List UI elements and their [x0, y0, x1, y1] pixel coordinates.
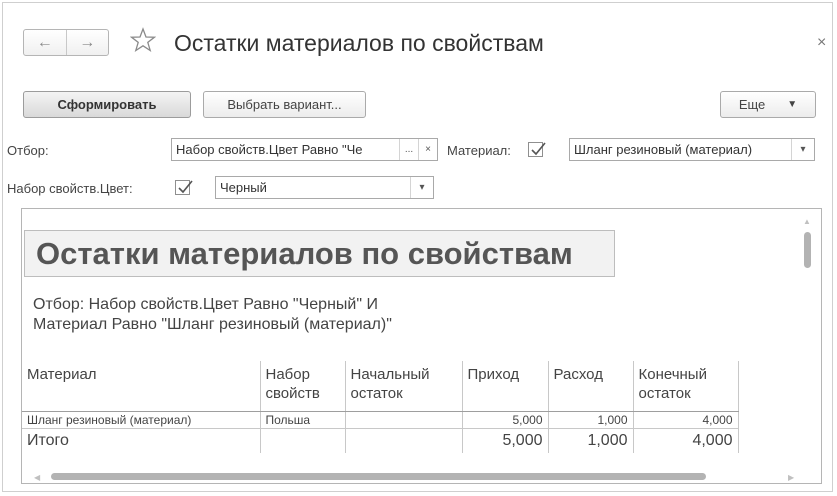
total-label: Итого: [22, 428, 261, 453]
total-start-balance: [345, 428, 463, 453]
report-table: Материал Набор свойств Начальный остаток П…: [22, 361, 739, 453]
dropdown-arrow-icon[interactable]: ▾: [410, 177, 433, 198]
total-row[interactable]: Итого 5,000 1,000 4,000: [22, 428, 739, 453]
arrow-right-icon: →: [79, 33, 96, 51]
arrow-left-icon: ←: [36, 33, 53, 51]
vertical-scrollbar-thumb[interactable]: [804, 232, 811, 268]
back-button[interactable]: ←: [24, 30, 66, 55]
choose-variant-button[interactable]: Выбрать вариант...: [203, 91, 366, 118]
close-icon[interactable]: ×: [817, 34, 826, 52]
cell-material: Шланг резиновый (материал): [22, 411, 261, 429]
report-filter-line-1: Отбор: Набор свойств.Цвет Равно "Черный"…: [33, 296, 378, 313]
column-header-start-balance: Начальный остаток: [345, 361, 463, 412]
column-header-income: Приход: [462, 361, 549, 412]
report-filter-line-2: Материал Равно "Шланг резиновый (материа…: [33, 316, 392, 333]
report-area[interactable]: Остатки материалов по свойствам Отбор: Н…: [21, 208, 822, 484]
cell-expense: 1,000: [548, 411, 634, 429]
column-header-property-set: Набор свойств: [260, 361, 346, 412]
report-title: Остатки материалов по свойствам: [24, 230, 615, 277]
color-checkbox[interactable]: [175, 180, 193, 195]
more-button[interactable]: Еще ▼: [720, 91, 816, 118]
total-expense: 1,000: [548, 428, 634, 453]
dropdown-arrow-icon[interactable]: ▾: [791, 139, 814, 160]
more-button-label: Еще: [738, 97, 766, 112]
checkmark-icon: [178, 180, 193, 194]
horizontal-scrollbar-thumb[interactable]: [51, 473, 706, 480]
ellipsis-button[interactable]: ...: [399, 139, 418, 160]
selection-value: Набор свойств.Цвет Равно "Че: [176, 142, 363, 157]
cell-end-balance: 4,000: [633, 411, 739, 429]
color-select[interactable]: Черный ▾: [215, 176, 434, 199]
color-label: Набор свойств.Цвет:: [7, 181, 133, 196]
cell-start-balance: [345, 411, 463, 429]
navigation-buttons: ← →: [23, 29, 109, 56]
report-window: ← → Остатки материалов по свойствам × Сф…: [2, 2, 833, 492]
material-select[interactable]: Шланг резиновый (материал) ▾: [569, 138, 815, 161]
scroll-left-icon[interactable]: ◀: [34, 473, 40, 482]
table-row[interactable]: Шланг резиновый (материал) Польша 5,000 …: [22, 411, 739, 429]
total-income: 5,000: [462, 428, 549, 453]
scroll-right-icon[interactable]: ▶: [788, 473, 794, 482]
column-header-material: Материал: [22, 361, 261, 412]
selection-field[interactable]: Набор свойств.Цвет Равно "Че ... ×: [171, 138, 438, 161]
material-value: Шланг резиновый (материал): [574, 142, 753, 157]
selection-label: Отбор:: [7, 143, 49, 158]
material-label: Материал:: [447, 143, 511, 158]
window-title: Остатки материалов по свойствам: [174, 30, 544, 56]
total-property-set: [260, 428, 346, 453]
report-filter-text: Отбор: Набор свойств.Цвет Равно "Черный"…: [33, 295, 392, 335]
column-header-end-balance: Конечный остаток: [633, 361, 739, 412]
checkmark-icon: [531, 142, 546, 156]
forward-button[interactable]: →: [65, 30, 109, 55]
color-value: Черный: [220, 180, 267, 195]
favorite-star-icon[interactable]: [130, 27, 156, 53]
clear-icon[interactable]: ×: [418, 139, 437, 160]
cell-income: 5,000: [462, 411, 549, 429]
table-header: Материал Набор свойств Начальный остаток П…: [22, 361, 739, 412]
cell-property-set: Польша: [260, 411, 346, 429]
triangle-down-icon: ▼: [787, 99, 798, 110]
total-end-balance: 4,000: [633, 428, 739, 453]
material-checkbox[interactable]: [528, 142, 546, 157]
column-header-expense: Расход: [548, 361, 634, 412]
scroll-up-icon[interactable]: ▲: [803, 217, 811, 226]
generate-button[interactable]: Сформировать: [23, 91, 191, 118]
